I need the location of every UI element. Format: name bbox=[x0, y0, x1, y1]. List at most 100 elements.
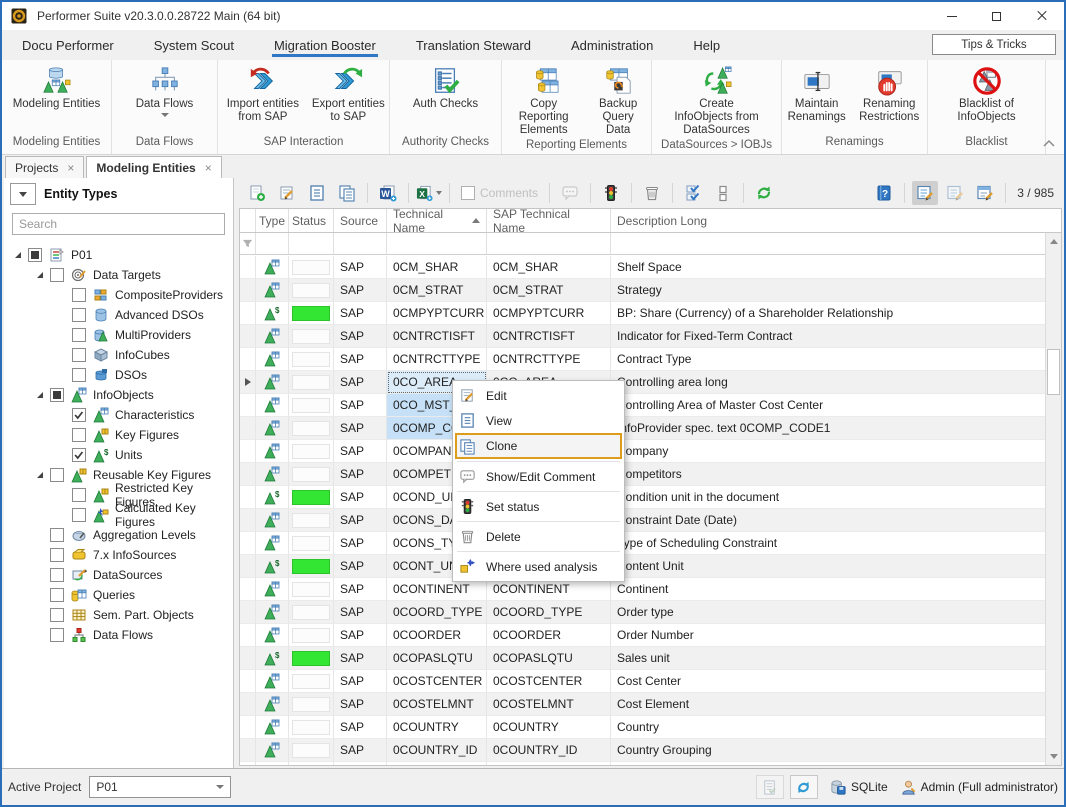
tree-item-advanced-dsos[interactable]: Advanced DSOs bbox=[4, 305, 233, 325]
checkbox-key-figures[interactable] bbox=[72, 428, 86, 442]
checkbox-sem-part-objects[interactable] bbox=[50, 608, 64, 622]
tree-item-compositeproviders[interactable]: CompositeProviders bbox=[4, 285, 233, 305]
checkbox-infocubes[interactable] bbox=[72, 348, 86, 362]
ribbon-collapse-icon[interactable] bbox=[1042, 138, 1056, 148]
checkbox-p01[interactable] bbox=[28, 248, 42, 262]
view-mode-edit-button[interactable] bbox=[912, 181, 938, 205]
log-button[interactable] bbox=[756, 775, 784, 799]
column-header-technical-name[interactable]: Technical Name bbox=[387, 209, 487, 232]
menu-translation-steward[interactable]: Translation Steward bbox=[414, 30, 533, 60]
tips-and-tricks-button[interactable]: Tips & Tricks bbox=[932, 34, 1056, 55]
filter-cell-source[interactable] bbox=[334, 233, 387, 254]
menu-docu-performer[interactable]: Docu Performer bbox=[20, 30, 116, 60]
tree-item-key-figures[interactable]: Key Figures bbox=[4, 425, 233, 445]
tab-projects[interactable]: Projects× bbox=[5, 156, 84, 178]
checkbox-7-x-infosources[interactable] bbox=[50, 548, 64, 562]
table-row-0county-cde[interactable]: SAP0COUNTY_CDE0COUNTY_CDECounty Code bbox=[240, 762, 1045, 765]
table-row-0costelmnt[interactable]: SAP0COSTELMNT0COSTELMNTCost Element bbox=[240, 693, 1045, 716]
checkbox-reusable-key-figures[interactable] bbox=[50, 468, 64, 482]
clone-entity-button[interactable] bbox=[334, 181, 360, 205]
set-status-button[interactable] bbox=[598, 181, 624, 205]
expander-icon[interactable] bbox=[34, 389, 46, 401]
tree-item-dsos[interactable]: DSOs bbox=[4, 365, 233, 385]
table-row-0cm-shar[interactable]: SAP0CM_SHAR0CM_SHARShelf Space bbox=[240, 256, 1045, 279]
tree-item-datasources[interactable]: DataSources bbox=[4, 565, 233, 585]
delete-button[interactable] bbox=[639, 181, 665, 205]
table-row-0competit[interactable]: SAP0COMPETITCompetitors bbox=[240, 463, 1045, 486]
tree-item-p01[interactable]: P01 bbox=[4, 245, 233, 265]
table-row-0copaslqtu[interactable]: $SAP0COPASLQTU0COPASLQTUSales unit bbox=[240, 647, 1045, 670]
tree-item-infoobjects[interactable]: InfoObjects bbox=[4, 385, 233, 405]
table-row-0country-id[interactable]: SAP0COUNTRY_ID0COUNTRY_IDCountry Groupin… bbox=[240, 739, 1045, 762]
add-entity-button[interactable] bbox=[244, 181, 270, 205]
search-input[interactable] bbox=[12, 213, 225, 235]
checkbox-queries[interactable] bbox=[50, 588, 64, 602]
checkbox-box[interactable] bbox=[461, 186, 475, 200]
checkbox-infoobjects[interactable] bbox=[50, 388, 64, 402]
table-row-0company[interactable]: SAP0COMPANYCompany bbox=[240, 440, 1045, 463]
expander-icon[interactable] bbox=[12, 249, 24, 261]
context-menu-item-where-used-analysis[interactable]: Where used analysis bbox=[455, 554, 622, 579]
ribbon-button-modeling-entities[interactable]: Modeling Entities bbox=[9, 64, 105, 113]
checkbox-characteristics[interactable] bbox=[72, 408, 86, 422]
tab-close-icon[interactable]: × bbox=[205, 161, 212, 175]
ribbon-button-renaming-restrictions[interactable]: Renaming Restrictions bbox=[851, 64, 927, 126]
filter-cell-sap-technical-name[interactable] bbox=[487, 233, 611, 254]
context-menu-item-set-status[interactable]: Set status bbox=[455, 494, 622, 519]
checkbox-advanced-dsos[interactable] bbox=[72, 308, 86, 322]
tab-close-icon[interactable]: × bbox=[67, 161, 74, 175]
table-row-0cmpyptcurr[interactable]: $SAP0CMPYPTCURR0CMPYPTCURRBP: Share (Cur… bbox=[240, 302, 1045, 325]
view-entity-button[interactable] bbox=[304, 181, 330, 205]
filter-cell-description-long[interactable] bbox=[611, 233, 1061, 254]
tree-item-multiproviders[interactable]: MultiProviders bbox=[4, 325, 233, 345]
tree-item-data-flows[interactable]: Data Flows bbox=[4, 625, 233, 645]
context-menu-item-delete[interactable]: Delete bbox=[455, 524, 622, 549]
vertical-scrollbar[interactable] bbox=[1045, 233, 1061, 765]
excel-export-button[interactable]: X bbox=[416, 181, 442, 205]
table-row-0cons-da[interactable]: SAP0CONS_DAConstraint Date (Date) bbox=[240, 509, 1045, 532]
scroll-down-button[interactable] bbox=[1046, 748, 1061, 765]
tab-modeling-entities[interactable]: Modeling Entities× bbox=[86, 156, 221, 178]
minimize-button[interactable] bbox=[929, 2, 974, 30]
view-mode-comment-button[interactable] bbox=[942, 181, 968, 205]
checkbox-units[interactable] bbox=[72, 448, 86, 462]
table-row-0cond-un[interactable]: $SAP0COND_UNCondition unit in the docume… bbox=[240, 486, 1045, 509]
comments-checkbox[interactable]: Comments bbox=[461, 186, 538, 200]
checkbox-dsos[interactable] bbox=[72, 368, 86, 382]
tree-item-data-targets[interactable]: Data Targets bbox=[4, 265, 233, 285]
table-row-0coord-type[interactable]: SAP0COORD_TYPE0COORD_TYPEOrder type bbox=[240, 601, 1045, 624]
ribbon-button-data-flows[interactable]: Data Flows bbox=[132, 64, 198, 119]
menu-administration[interactable]: Administration bbox=[569, 30, 655, 60]
checkbox-multiproviders[interactable] bbox=[72, 328, 86, 342]
table-row-0continent[interactable]: SAP0CONTINENT0CONTINENTContinent bbox=[240, 578, 1045, 601]
ribbon-button-create-infoobjects-from-datasources[interactable]: Create InfoObjects from DataSources bbox=[669, 64, 765, 139]
menu-help[interactable]: Help bbox=[691, 30, 722, 60]
edit-entity-button[interactable] bbox=[274, 181, 300, 205]
tree-item-characteristics[interactable]: Characteristics bbox=[4, 405, 233, 425]
ribbon-button-import-entities-from-sap[interactable]: Import entities from SAP bbox=[218, 64, 308, 126]
ribbon-button-backup-query-data[interactable]: Backup Query Data bbox=[585, 64, 651, 139]
ribbon-button-maintain-renamings[interactable]: Maintain Renamings bbox=[782, 64, 851, 126]
help-button[interactable]: ? bbox=[871, 181, 897, 205]
checkbox-datasources[interactable] bbox=[50, 568, 64, 582]
table-row-0coorder[interactable]: SAP0COORDER0COORDEROrder Number bbox=[240, 624, 1045, 647]
entity-types-dropdown-button[interactable] bbox=[10, 183, 36, 205]
table-row-0comp-co[interactable]: SAP0COMP_COInfoProvider spec. text 0COMP… bbox=[240, 417, 1045, 440]
ribbon-button-auth-checks[interactable]: Auth Checks bbox=[409, 64, 482, 113]
context-menu-item-show-edit-comment[interactable]: Show/Edit Comment bbox=[455, 464, 622, 489]
properties-button[interactable] bbox=[710, 181, 736, 205]
table-row-0cons-ty[interactable]: SAP0CONS_TYType of Scheduling Constraint bbox=[240, 532, 1045, 555]
refresh-button[interactable] bbox=[751, 181, 777, 205]
tree-item-queries[interactable]: Queries bbox=[4, 585, 233, 605]
tree-item-7-x-infosources[interactable]: 7.x InfoSources bbox=[4, 545, 233, 565]
table-row-0country[interactable]: SAP0COUNTRY0COUNTRYCountry bbox=[240, 716, 1045, 739]
checkbox-restricted-key-figures[interactable] bbox=[72, 488, 86, 502]
checkbox-data-flows[interactable] bbox=[50, 628, 64, 642]
menu-migration-booster[interactable]: Migration Booster bbox=[272, 30, 378, 60]
expander-icon[interactable] bbox=[34, 269, 46, 281]
table-row-0cntrcttype[interactable]: SAP0CNTRCTTYPE0CNTRCTTYPEContract Type bbox=[240, 348, 1045, 371]
ribbon-button-copy-reporting-elements[interactable]: Copy Reporting Elements bbox=[502, 64, 585, 139]
close-button[interactable] bbox=[1019, 2, 1064, 30]
column-header-sap-technical-name[interactable]: SAP Technical Name bbox=[487, 209, 611, 232]
column-header-status[interactable]: Status bbox=[289, 209, 334, 232]
